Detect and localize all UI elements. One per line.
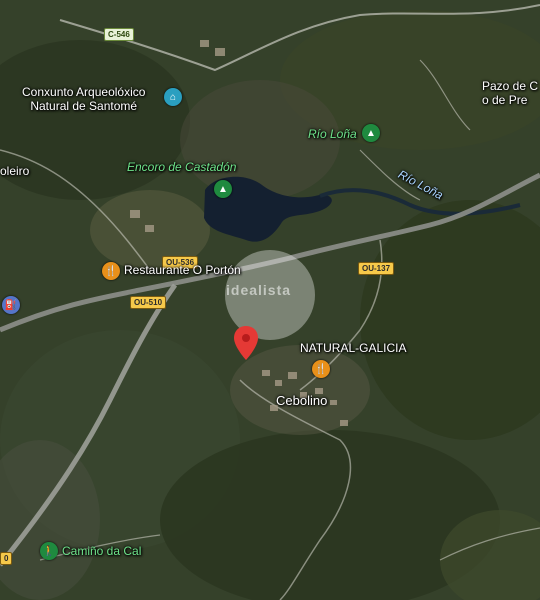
tree-icon[interactable]: ▲ <box>214 180 232 198</box>
road-shield-ou510: OU-510 <box>130 296 167 309</box>
watermark-text: idealista <box>226 282 292 298</box>
label-rio-lona-park[interactable]: Río Loña <box>308 127 357 142</box>
museum-icon[interactable]: ⌂ <box>164 88 182 106</box>
hiking-icon[interactable]: 🚶 <box>40 542 58 560</box>
road-shield-ou137: OU-137 <box>358 262 395 275</box>
restaurant-icon[interactable]: 🍴 <box>312 360 330 378</box>
label-leiro[interactable]: oleiro <box>0 164 29 179</box>
label-restaurante-porton[interactable]: Restaurante O Portón <box>124 263 241 278</box>
label-pazo[interactable]: Pazo de C o de Pre <box>482 79 538 108</box>
fuel-station-icon[interactable]: ⛽ <box>2 296 20 314</box>
map-view[interactable]: idealista C-546 OU-536 OU-510 OU-137 0 C… <box>0 0 540 600</box>
road-shield-edge: 0 <box>0 552 13 565</box>
label-natural-galicia[interactable]: NATURAL-GALICIA <box>300 341 406 356</box>
label-cebolino[interactable]: Cebolino <box>276 393 327 409</box>
label-conxunto-arqueoloxico[interactable]: Conxunto Arqueolóxico Natural de Santomé <box>22 85 145 114</box>
restaurant-icon[interactable]: 🍴 <box>102 262 120 280</box>
selected-location-pin[interactable] <box>234 326 258 360</box>
tree-icon[interactable]: ▲ <box>362 124 380 142</box>
road-shield-c546: C-546 <box>104 28 134 41</box>
label-encoro-castadon[interactable]: Encoro de Castadón <box>127 160 236 175</box>
label-camino-da-cal[interactable]: Camiño da Cal <box>62 544 141 559</box>
